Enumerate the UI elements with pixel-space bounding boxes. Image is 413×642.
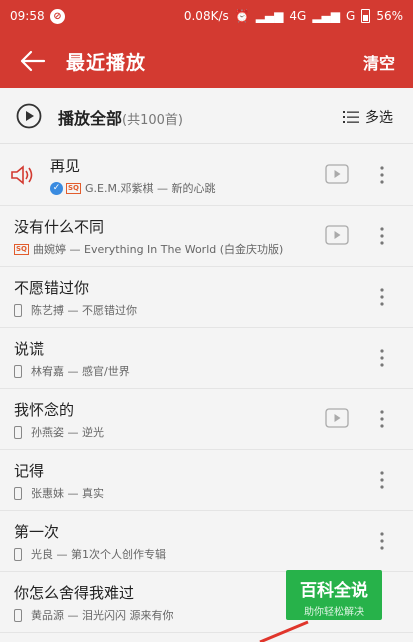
play-all-bar[interactable]: 播放全部(共100首) 多选 [0,88,413,144]
song-subtitle: 陈艺搏 — 不愿错过你 [14,302,137,318]
mv-icon[interactable] [325,225,349,245]
page-title: 最近播放 [66,52,147,74]
song-title: 记得 [14,462,45,480]
song-album: 新的心跳 [171,182,216,195]
network-speed: 0.08K/s [183,9,229,23]
multi-select-label: 多选 [365,110,393,126]
signal-g-label: G [346,9,356,23]
multi-select-button[interactable]: 多选 [343,107,393,127]
more-options-icon[interactable] [379,348,385,368]
song-artist: 曲婉婷 [33,243,66,256]
signal-icon: ▂▄▆ [255,9,284,23]
battery-icon [361,9,371,23]
song-row[interactable]: 没有什么不同 SQ 曲婉婷 — Everything In The World … [0,206,413,267]
play-all-label: 播放全部 [58,109,123,128]
local-file-icon [14,608,22,622]
separator: — [153,181,172,195]
song-artist: 林宥嘉 [31,365,64,378]
watermark-title: 百科全说 [300,581,368,601]
more-options-icon[interactable] [379,287,385,307]
now-playing-speaker-icon [11,165,33,185]
song-album: 感官/世界 [82,365,130,378]
song-subtitle: 张惠妹 — 真实 [14,485,104,501]
separator: — [53,547,71,561]
song-title: 我怀念的 [14,401,75,419]
play-circle-icon[interactable] [16,103,42,129]
song-subtitle: ✓ SQ G.E.M.邓紫棋 — 新的心跳 [50,180,215,196]
verified-icon: ✓ [50,181,63,195]
song-subtitle: 光良 — 第1次个人创作专辑 [14,546,166,562]
local-file-icon [14,364,22,378]
song-artist: 张惠妹 [31,487,64,500]
song-album: Everything In The World (白金庆功版) [84,243,284,256]
app-bar: 最近播放 清空 [0,34,413,88]
song-list: 再见 ✓ SQ G.E.M.邓紫棋 — 新的心跳 没有什么不同 SQ 曲婉婷 —… [0,145,413,633]
song-title: 没有什么不同 [14,218,105,236]
local-file-icon [14,486,22,500]
clear-button[interactable]: 清空 [363,50,395,74]
separator: — [64,425,82,439]
annotation-arrow [259,620,309,642]
song-artist: 陈艺搏 [31,304,64,317]
battery-level: 56% [376,9,403,23]
status-bar: 09:58 ⊘ 0.08K/s ⏰ ▂▄▆ 4G ▂▄▆ G 56% [0,0,413,34]
separator: — [64,364,82,378]
song-artist: 黄品源 [31,609,64,622]
local-file-icon [14,425,22,439]
status-time: 09:58 [10,9,45,23]
sq-quality-icon: SQ [14,243,29,255]
song-artist: 孙燕姿 [31,426,64,439]
song-title: 不愿错过你 [14,279,90,297]
local-file-icon [14,547,22,561]
song-row[interactable]: 说谎 林宥嘉 — 感官/世界 [0,328,413,389]
list-icon [343,111,359,123]
watermark-badge: 百科全说 助你轻松解决 [286,570,382,620]
song-artist: G.E.M.邓紫棋 [85,182,154,195]
song-subtitle: 黄品源 — 泪光闪闪 源来有你 [14,607,174,623]
song-count: (共100首) [122,113,183,128]
back-arrow-icon[interactable] [18,46,48,76]
local-file-icon [14,303,22,317]
song-row[interactable]: 第一次 光良 — 第1次个人创作专辑 [0,511,413,572]
song-album: 不愿错过你 [82,304,137,317]
song-row[interactable]: 再见 ✓ SQ G.E.M.邓紫棋 — 新的心跳 [0,145,413,206]
song-title: 说谎 [14,340,45,358]
separator: — [64,486,82,500]
alarm-icon: ⏰ [234,9,250,23]
song-subtitle: SQ 曲婉婷 — Everything In The World (白金庆功版) [14,241,283,257]
song-album: 真实 [82,487,104,500]
more-options-icon[interactable] [379,409,385,429]
watermark-subtitle: 助你轻松解决 [304,607,364,618]
play-all-button[interactable]: 播放全部(共100首) [58,105,183,129]
song-artist: 光良 [31,548,53,561]
song-album: 第1次个人创作专辑 [71,548,166,561]
song-title: 你怎么舍得我难过 [14,584,135,602]
mv-icon[interactable] [325,164,349,184]
sq-quality-icon: SQ [66,182,81,194]
song-subtitle: 孙燕姿 — 逆光 [14,424,104,440]
song-row[interactable]: 不愿错过你 陈艺搏 — 不愿错过你 [0,267,413,328]
song-album: 泪光闪闪 源来有你 [82,609,174,622]
more-options-icon[interactable] [379,531,385,551]
song-title: 第一次 [14,523,60,541]
song-subtitle: 林宥嘉 — 感官/世界 [14,363,130,379]
signal-icon-2: ▂▄▆ [312,9,341,23]
song-row[interactable]: 我怀念的 孙燕姿 — 逆光 [0,389,413,450]
song-title: 再见 [50,157,81,175]
more-options-icon[interactable] [379,226,385,246]
song-album: 逆光 [82,426,104,439]
more-options-icon[interactable] [379,165,385,185]
separator: — [66,242,84,256]
mv-icon[interactable] [325,408,349,428]
separator: — [64,608,82,622]
song-row[interactable]: 记得 张惠妹 — 真实 [0,450,413,511]
status-right: 0.08K/s ⏰ ▂▄▆ 4G ▂▄▆ G 56% [184,9,403,23]
more-options-icon[interactable] [379,470,385,490]
signal-4g-label: 4G [289,9,307,23]
separator: — [64,303,82,317]
app-notification-icon: ⊘ [50,9,65,24]
